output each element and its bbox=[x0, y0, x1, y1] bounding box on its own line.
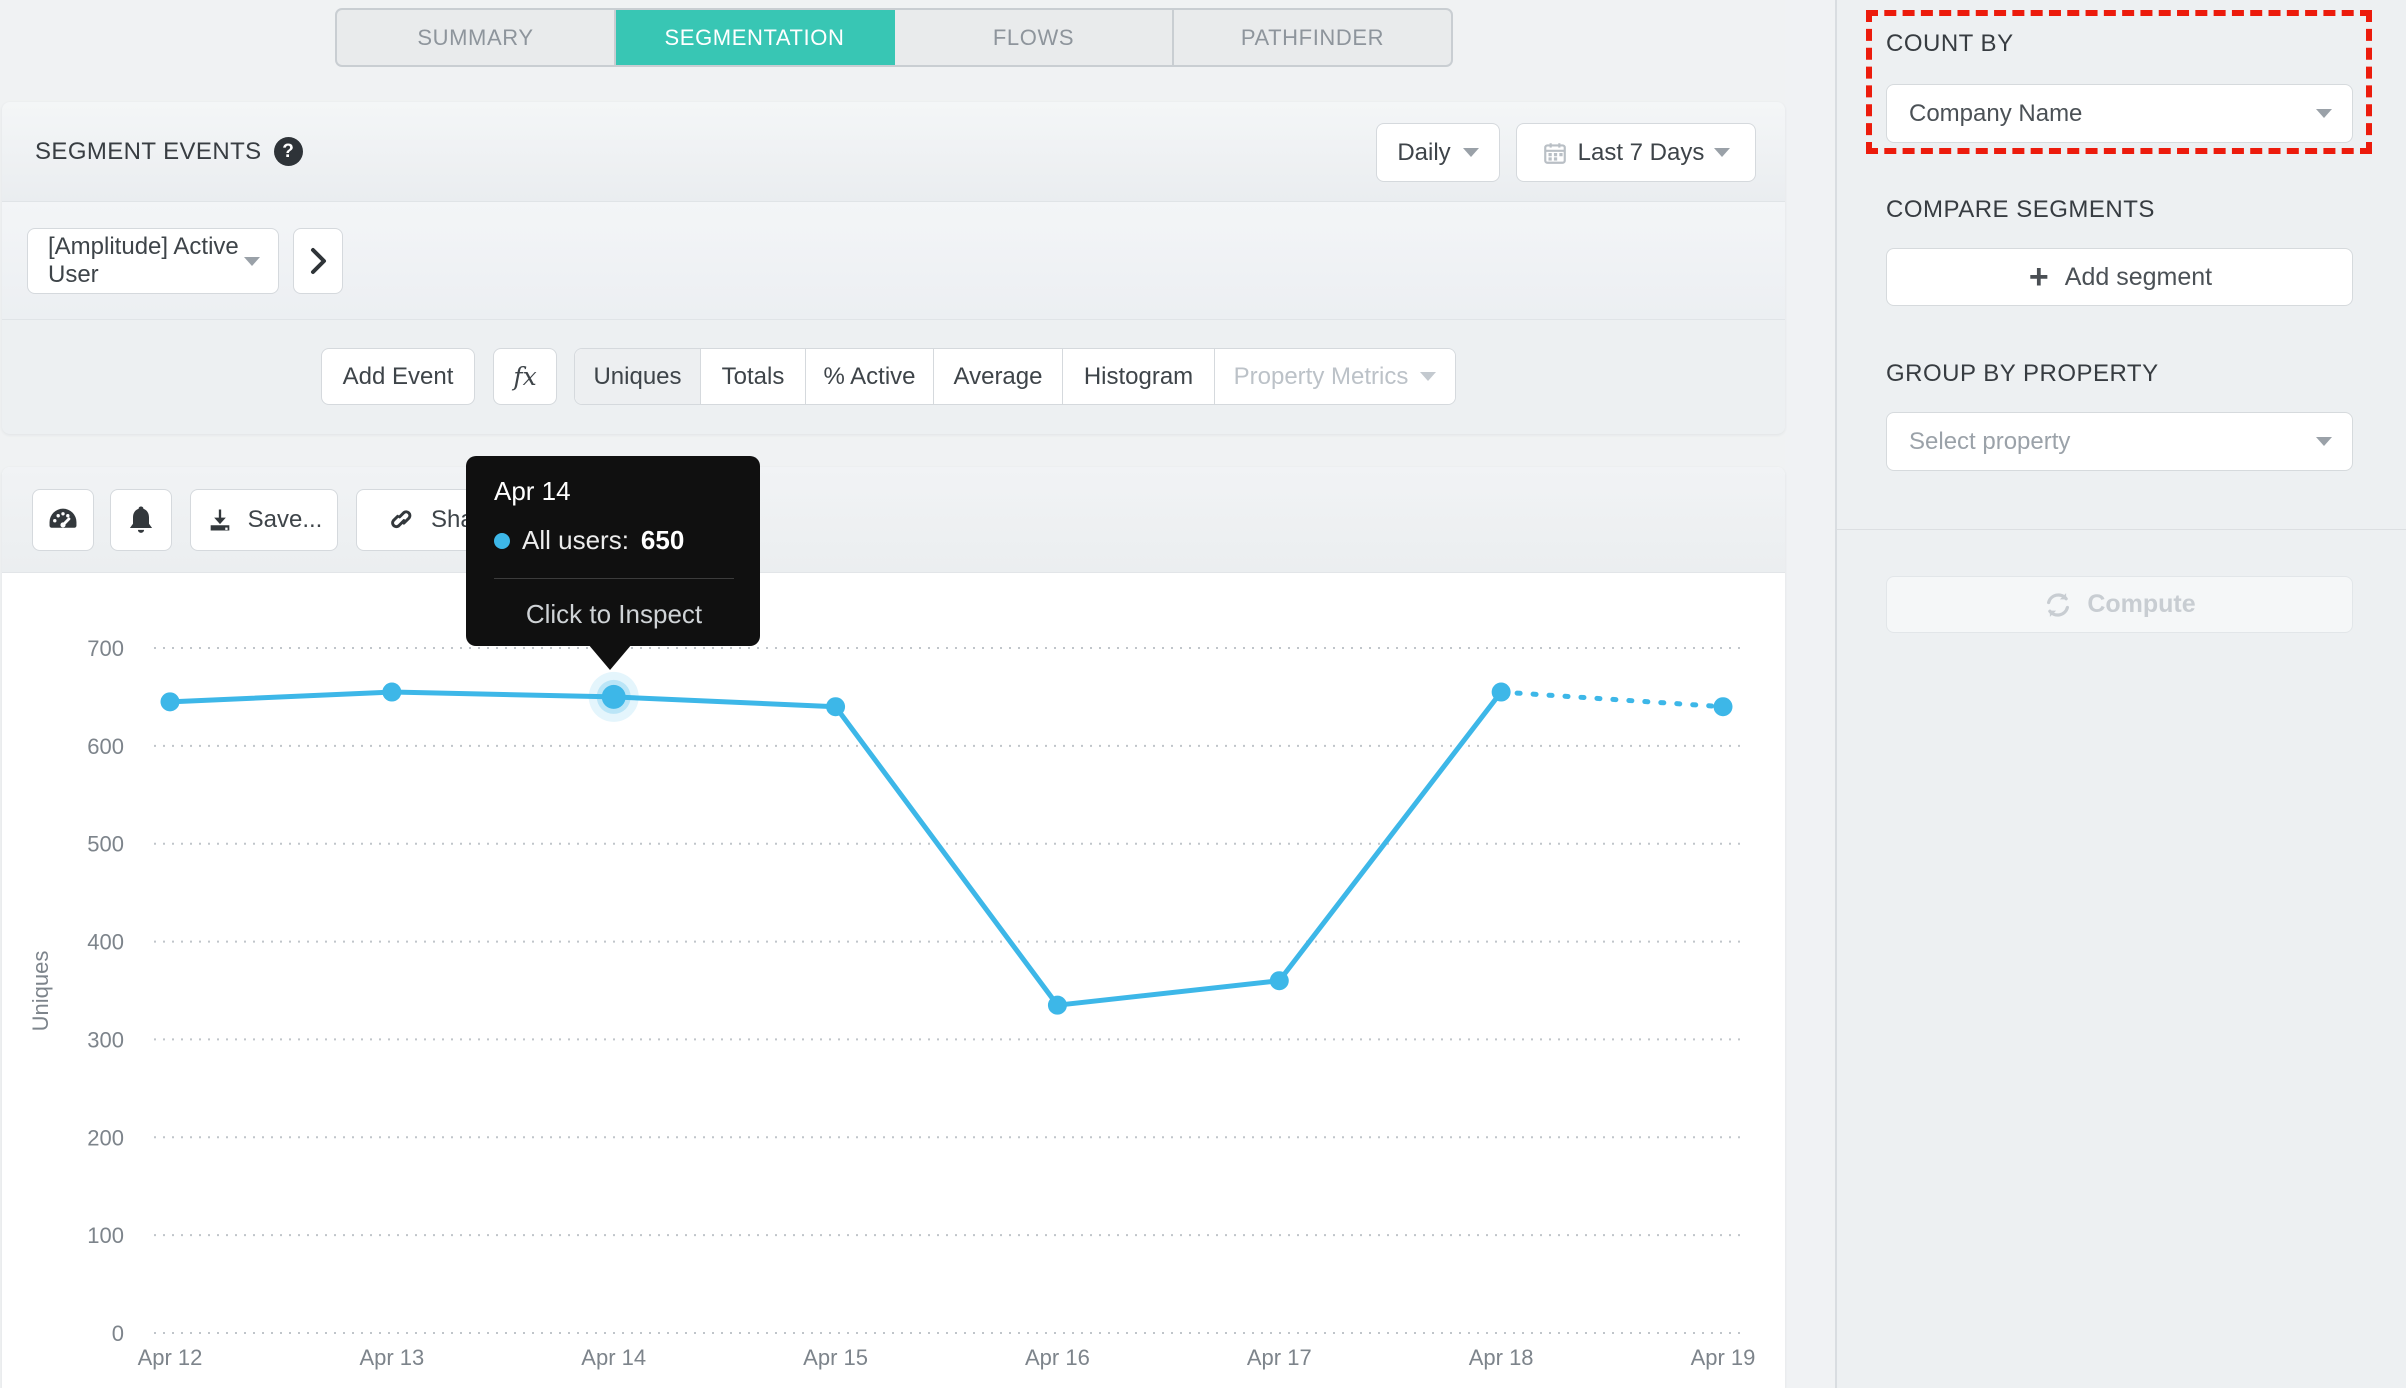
segment-dropdown-value: [Amplitude] Active User bbox=[48, 233, 239, 288]
property-metrics-dropdown[interactable]: Property Metrics bbox=[1215, 349, 1455, 404]
caret-down-icon bbox=[1420, 372, 1437, 381]
group-by-property-label: GROUP BY PROPERTY bbox=[1886, 360, 2159, 387]
date-range-dropdown[interactable]: Last 7 Days bbox=[1516, 123, 1756, 182]
line-chart[interactable]: 0 100 200 300 400 500 600 700 Apr 12 Apr 13 Apr 14… bbox=[2, 573, 1785, 1388]
svg-text:400: 400 bbox=[87, 930, 124, 955]
refresh-icon bbox=[2047, 592, 2070, 617]
tab-flows-label: FLOWS bbox=[992, 24, 1075, 50]
toggle-average-label: Average bbox=[953, 362, 1043, 390]
toggle-histogram-label: Histogram bbox=[1083, 362, 1194, 390]
chart-toolbar: Save... Share bbox=[2, 467, 1785, 573]
caret-down-icon bbox=[1714, 148, 1731, 157]
tab-summary[interactable]: SUMMARY bbox=[337, 10, 616, 65]
toggle-average[interactable]: Average bbox=[934, 349, 1063, 404]
svg-text:Apr 14: Apr 14 bbox=[581, 1345, 646, 1370]
segment-row: [Amplitude] Active User bbox=[2, 202, 1785, 320]
count-by-value: Company Name bbox=[1909, 99, 2083, 127]
date-range-value: Last 7 Days bbox=[1577, 138, 1705, 166]
tooltip-divider bbox=[494, 578, 734, 579]
tab-segmentation-label: SEGMENTATION bbox=[664, 24, 845, 50]
compute-label: Compute bbox=[2087, 590, 2196, 618]
interval-dropdown[interactable]: Daily bbox=[1376, 123, 1500, 182]
caret-down-icon bbox=[2316, 437, 2332, 446]
alerts-button[interactable] bbox=[110, 489, 172, 551]
svg-text:Apr 16: Apr 16 bbox=[1025, 1345, 1090, 1370]
toggle-uniques[interactable]: Uniques bbox=[575, 349, 701, 404]
svg-text:300: 300 bbox=[87, 1027, 124, 1052]
formula-label: fx bbox=[513, 362, 537, 391]
segment-events-header: SEGMENT EVENTS ? Daily Last 7 Days bbox=[2, 102, 1785, 202]
series-dot-icon bbox=[494, 532, 510, 549]
svg-text:500: 500 bbox=[87, 832, 124, 857]
formula-button[interactable]: fx bbox=[493, 348, 557, 405]
svg-text:Apr 15: Apr 15 bbox=[803, 1345, 868, 1370]
tooltip-date: Apr 14 bbox=[494, 476, 571, 506]
help-icon[interactable]: ? bbox=[273, 137, 303, 166]
chart-panel: Save... Share 0 100 200 300 400 500 600 700 Apr … bbox=[2, 467, 1785, 1388]
add-event-label: Add Event bbox=[342, 362, 454, 390]
tab-flows[interactable]: FLOWS bbox=[895, 10, 1174, 65]
tab-pathfinder[interactable]: PATHFINDER bbox=[1174, 10, 1451, 65]
save-label: Save... bbox=[247, 506, 323, 533]
toggle-totals[interactable]: Totals bbox=[701, 349, 806, 404]
group-by-dropdown[interactable]: Select property bbox=[1886, 412, 2353, 471]
main-content: SUMMARY SEGMENTATION FLOWS PATHFINDER SE… bbox=[0, 0, 1785, 1388]
add-event-button[interactable]: Add Event bbox=[321, 348, 475, 405]
download-icon bbox=[210, 509, 229, 531]
panel-title: SEGMENT EVENTS bbox=[35, 137, 262, 165]
segment-events-panel: SEGMENT EVENTS ? Daily Last 7 Days [Ampl… bbox=[2, 102, 1785, 434]
link-icon bbox=[391, 510, 412, 529]
tooltip-value: 650 bbox=[640, 525, 685, 555]
chart-tooltip[interactable]: Apr 14 All users: 650 Click to Inspect bbox=[466, 456, 760, 670]
metrics-row: Add Event fx Uniques Totals % Active Ave… bbox=[2, 320, 1785, 433]
tooltip-series-label: All users: bbox=[522, 525, 629, 555]
property-metrics-label: Property Metrics bbox=[1233, 362, 1409, 390]
group-by-placeholder: Select property bbox=[1909, 427, 2071, 455]
tooltip-action: Click to Inspect bbox=[525, 599, 703, 629]
line-chart-area[interactable]: 0 100 200 300 400 500 600 700 Apr 12 Apr 13 Apr 14… bbox=[2, 573, 1785, 1388]
svg-text:Uniques: Uniques bbox=[28, 951, 53, 1032]
toggle-uniques-label: Uniques bbox=[593, 362, 682, 390]
add-segment-button[interactable]: + Add segment bbox=[1886, 248, 2353, 306]
tab-summary-label: SUMMARY bbox=[417, 24, 534, 50]
expand-segment-button[interactable] bbox=[293, 228, 343, 294]
svg-text:100: 100 bbox=[87, 1223, 124, 1248]
caret-down-icon bbox=[244, 256, 260, 266]
interval-value: Daily bbox=[1397, 138, 1451, 166]
metric-toggle-group: Uniques Totals % Active Average Histogra… bbox=[574, 348, 1456, 405]
tab-segmentation[interactable]: SEGMENTATION bbox=[616, 10, 895, 65]
svg-text:Apr 17: Apr 17 bbox=[1247, 1345, 1312, 1370]
active-user-dropdown[interactable]: [Amplitude] Active User bbox=[27, 228, 279, 294]
bell-icon bbox=[129, 506, 153, 533]
count-by-dropdown[interactable]: Company Name bbox=[1886, 84, 2353, 143]
caret-down-icon bbox=[1462, 148, 1479, 157]
save-button[interactable]: Save... bbox=[190, 489, 338, 551]
toggle-percent-active-label: % Active bbox=[823, 362, 916, 390]
svg-text:Apr 13: Apr 13 bbox=[359, 1345, 424, 1370]
sidebar-divider bbox=[1837, 529, 2406, 530]
svg-text:Apr 18: Apr 18 bbox=[1469, 1345, 1534, 1370]
svg-text:Apr 19: Apr 19 bbox=[1691, 1345, 1756, 1370]
svg-text:0: 0 bbox=[112, 1321, 124, 1346]
svg-text:200: 200 bbox=[87, 1125, 124, 1150]
settings-sidebar: COUNT BY Company Name COMPARE SEGMENTS +… bbox=[1835, 0, 2406, 1388]
svg-text:600: 600 bbox=[87, 734, 124, 759]
view-tabbar: SUMMARY SEGMENTATION FLOWS PATHFINDER bbox=[335, 8, 1453, 67]
dashboard-button[interactable] bbox=[32, 489, 94, 551]
tab-pathfinder-label: PATHFINDER bbox=[1240, 24, 1385, 50]
caret-down-icon bbox=[2316, 109, 2332, 118]
tooltip-series-row: All users: 650 bbox=[494, 525, 734, 556]
gauge-icon bbox=[49, 508, 77, 528]
toggle-histogram[interactable]: Histogram bbox=[1063, 349, 1215, 404]
svg-text:700: 700 bbox=[87, 636, 124, 661]
compute-button[interactable]: Compute bbox=[1886, 576, 2353, 633]
calendar-icon bbox=[1543, 142, 1566, 164]
toggle-totals-label: Totals bbox=[721, 362, 785, 390]
svg-text:Apr 12: Apr 12 bbox=[138, 1345, 203, 1370]
compare-segments-label: COMPARE SEGMENTS bbox=[1886, 196, 2155, 223]
toggle-percent-active[interactable]: % Active bbox=[806, 349, 934, 404]
add-segment-label: Add segment bbox=[2064, 262, 2213, 291]
chevron-right-icon bbox=[311, 248, 326, 274]
count-by-label: COUNT BY bbox=[1886, 30, 2014, 57]
